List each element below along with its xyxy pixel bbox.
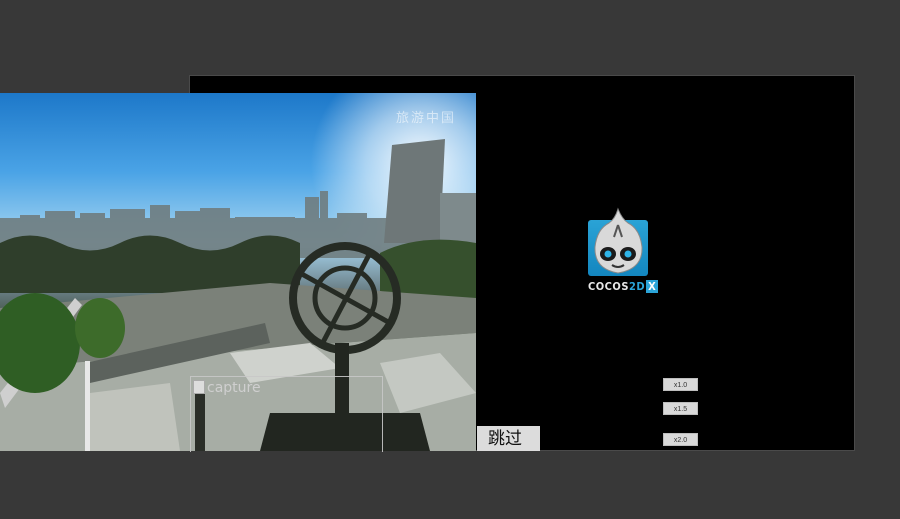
logo-suffix: X bbox=[646, 280, 659, 293]
speed-button-1x[interactable]: x1.0 bbox=[663, 378, 698, 391]
broken-image-icon bbox=[193, 380, 205, 394]
video-watermark: 旅游中国 bbox=[395, 111, 456, 126]
logo-brand: COCOS bbox=[588, 280, 629, 293]
skip-button[interactable]: 跳过 bbox=[477, 426, 540, 451]
speed-button-2x[interactable]: x2.0 bbox=[663, 433, 698, 446]
capture-alt-text: capture bbox=[207, 380, 261, 396]
capture-image: capture bbox=[190, 376, 383, 452]
speed-button-1-5x[interactable]: x1.5 bbox=[663, 402, 698, 415]
logo-version: 2D bbox=[628, 280, 646, 293]
cocos-logo-text: COCOS2D X bbox=[588, 280, 659, 293]
